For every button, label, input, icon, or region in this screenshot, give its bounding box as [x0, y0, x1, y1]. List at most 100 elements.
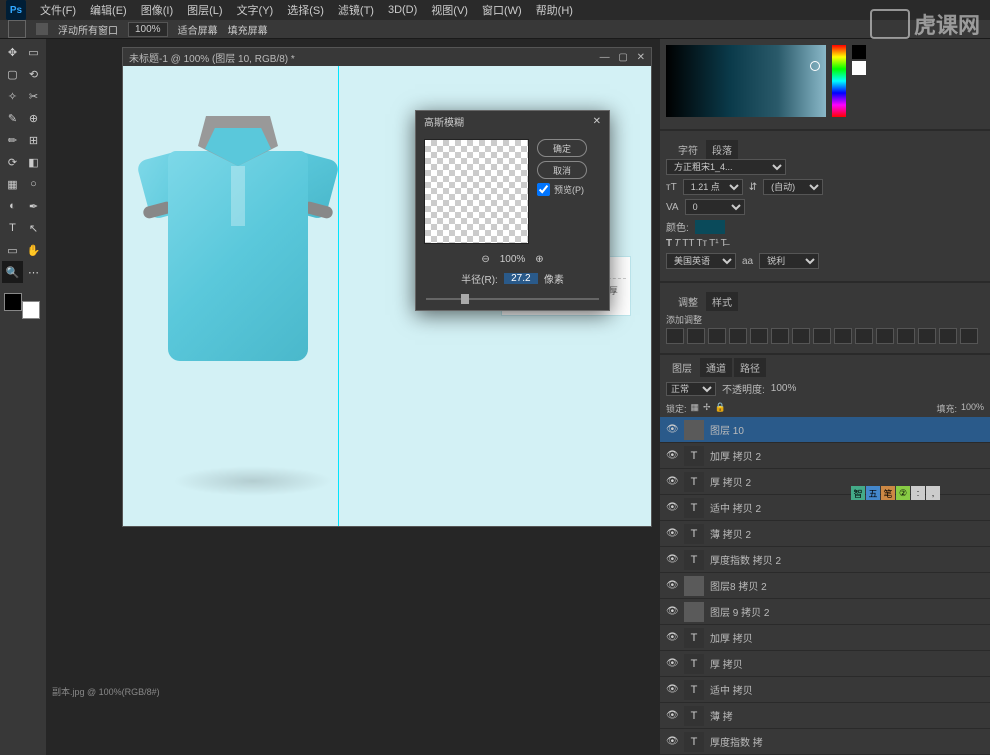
lock-pos-icon[interactable]: ✢	[703, 402, 711, 415]
tab-paragraph[interactable]: 段落	[706, 140, 738, 159]
visibility-icon[interactable]: 👁	[666, 736, 678, 747]
menu-3d[interactable]: 3D(D)	[388, 4, 417, 16]
color-picker[interactable]	[666, 45, 826, 117]
visibility-icon[interactable]: 👁	[666, 580, 678, 591]
menu-window[interactable]: 窗口(W)	[482, 2, 522, 18]
font-size-select[interactable]: 1.21 点	[683, 179, 743, 195]
heal-tool[interactable]: ⊕	[23, 107, 44, 129]
rect-tool[interactable]: ▭	[2, 239, 23, 261]
dialog-close-icon[interactable]: ✕	[593, 116, 601, 127]
zoom-value[interactable]: 100%	[128, 22, 168, 37]
tab-character[interactable]: 字符	[672, 140, 704, 159]
stamp-tool[interactable]: ⊞	[23, 129, 44, 151]
menu-view[interactable]: 视图(V)	[431, 2, 468, 18]
lang-select[interactable]: 美国英语	[666, 253, 736, 269]
history-tool[interactable]: ⟳	[2, 151, 23, 173]
adj-grad-icon[interactable]	[939, 328, 957, 344]
dodge-tool[interactable]: ◐	[2, 195, 23, 217]
visibility-icon[interactable]: 👁	[666, 632, 678, 643]
current-tool-icon[interactable]	[8, 20, 26, 38]
cancel-button[interactable]: 取消	[537, 161, 587, 179]
adj-lookup-icon[interactable]	[855, 328, 873, 344]
menu-help[interactable]: 帮助(H)	[536, 2, 573, 18]
super-button[interactable]: T¹	[709, 238, 718, 249]
hand-tool[interactable]: ✋	[23, 239, 44, 261]
swatch-black[interactable]	[852, 45, 866, 59]
ok-button[interactable]: 确定	[537, 139, 587, 157]
visibility-icon[interactable]: 👁	[666, 658, 678, 669]
tab-layers[interactable]: 图层	[666, 358, 698, 377]
visibility-icon[interactable]: 👁	[666, 528, 678, 539]
adj-vibrance-icon[interactable]	[750, 328, 768, 344]
bold-button[interactable]: T	[666, 238, 672, 249]
visibility-icon[interactable]: 👁	[666, 424, 678, 435]
fit-screen-button[interactable]: 适合屏幕	[178, 22, 218, 37]
layer-row[interactable]: 👁 T 加厚 拷贝 2	[660, 443, 990, 469]
layer-row[interactable]: 👁 图层8 拷贝 2	[660, 573, 990, 599]
secondary-doc-tab[interactable]: 副本.jpg @ 100%(RGB/8#)	[46, 683, 166, 700]
layer-row[interactable]: 👁 T 厚度指数 拷	[660, 729, 990, 755]
layer-row[interactable]: 👁 T 薄 拷	[660, 703, 990, 729]
layer-row[interactable]: 👁 T 薄 拷贝 2	[660, 521, 990, 547]
adj-poster-icon[interactable]	[897, 328, 915, 344]
extra-tool[interactable]: ⋯	[23, 261, 44, 283]
preview-checkbox[interactable]	[537, 183, 550, 196]
guide-line[interactable]	[338, 66, 339, 526]
eyedrop-tool[interactable]: ✎	[2, 107, 23, 129]
menu-file[interactable]: 文件(F)	[40, 2, 76, 18]
tab-styles[interactable]: 样式	[706, 292, 738, 311]
layer-row[interactable]: 👁 T 适中 拷贝 2	[660, 495, 990, 521]
artboard-tool[interactable]: ▭	[23, 41, 44, 63]
marquee-tool[interactable]: ▢	[2, 63, 23, 85]
hue-slider[interactable]	[832, 45, 846, 117]
menu-image[interactable]: 图像(I)	[141, 2, 173, 18]
swatch-white[interactable]	[852, 61, 866, 75]
radius-input[interactable]	[504, 273, 538, 284]
adj-exposure-icon[interactable]	[729, 328, 747, 344]
maximize-icon[interactable]: ▢	[618, 52, 627, 63]
ime-bar[interactable]: 智 五 笔 ② : ,	[851, 486, 940, 500]
layer-row[interactable]: 👁 图层 10	[660, 417, 990, 443]
adj-brightness-icon[interactable]	[666, 328, 684, 344]
path-tool[interactable]: ↖	[23, 217, 44, 239]
adj-levels-icon[interactable]	[687, 328, 705, 344]
float-checkbox[interactable]	[36, 23, 48, 35]
visibility-icon[interactable]: 👁	[666, 554, 678, 565]
tab-adjustments[interactable]: 调整	[672, 292, 704, 311]
zoom-tool[interactable]: 🔍	[2, 261, 23, 283]
blur-tool[interactable]: ○	[23, 173, 44, 195]
minimize-icon[interactable]: —	[600, 52, 610, 63]
visibility-icon[interactable]: 👁	[666, 502, 678, 513]
menu-layer[interactable]: 图层(L)	[187, 2, 222, 18]
font-family-select[interactable]: 方正粗宋1_4...	[666, 159, 786, 175]
menu-select[interactable]: 选择(S)	[287, 2, 324, 18]
adj-curves-icon[interactable]	[708, 328, 726, 344]
fg-bg-swatch[interactable]	[2, 291, 42, 321]
leading-select[interactable]: (自动)	[763, 179, 823, 195]
adj-thresh-icon[interactable]	[918, 328, 936, 344]
lasso-tool[interactable]: ⟲	[23, 63, 44, 85]
adj-mixer-icon[interactable]	[834, 328, 852, 344]
adj-hue-icon[interactable]	[771, 328, 789, 344]
radius-slider[interactable]	[426, 294, 599, 304]
layer-row[interactable]: 👁 T 厚度指数 拷贝 2	[660, 547, 990, 573]
menu-type[interactable]: 文字(Y)	[237, 2, 274, 18]
fill-screen-button[interactable]: 填充屏幕	[228, 22, 268, 37]
visibility-icon[interactable]: 👁	[666, 606, 678, 617]
eraser-tool[interactable]: ◧	[23, 151, 44, 173]
wand-tool[interactable]: ✧	[2, 85, 23, 107]
tab-channels[interactable]: 通道	[700, 358, 732, 377]
pen-tool[interactable]: ✒	[23, 195, 44, 217]
visibility-icon[interactable]: 👁	[666, 684, 678, 695]
antialias-select[interactable]: 锐利	[759, 253, 819, 269]
layer-row[interactable]: 👁 T 厚 拷贝	[660, 651, 990, 677]
opacity-value[interactable]: 100%	[771, 383, 797, 394]
adj-invert-icon[interactable]	[876, 328, 894, 344]
menu-edit[interactable]: 编辑(E)	[90, 2, 127, 18]
strike-button[interactable]: T̶	[721, 238, 727, 249]
blur-preview[interactable]	[424, 139, 529, 244]
menu-filter[interactable]: 滤镜(T)	[338, 2, 374, 18]
smallcaps-button[interactable]: Tт	[696, 238, 707, 249]
move-tool[interactable]: ✥	[2, 41, 23, 63]
visibility-icon[interactable]: 👁	[666, 450, 678, 461]
